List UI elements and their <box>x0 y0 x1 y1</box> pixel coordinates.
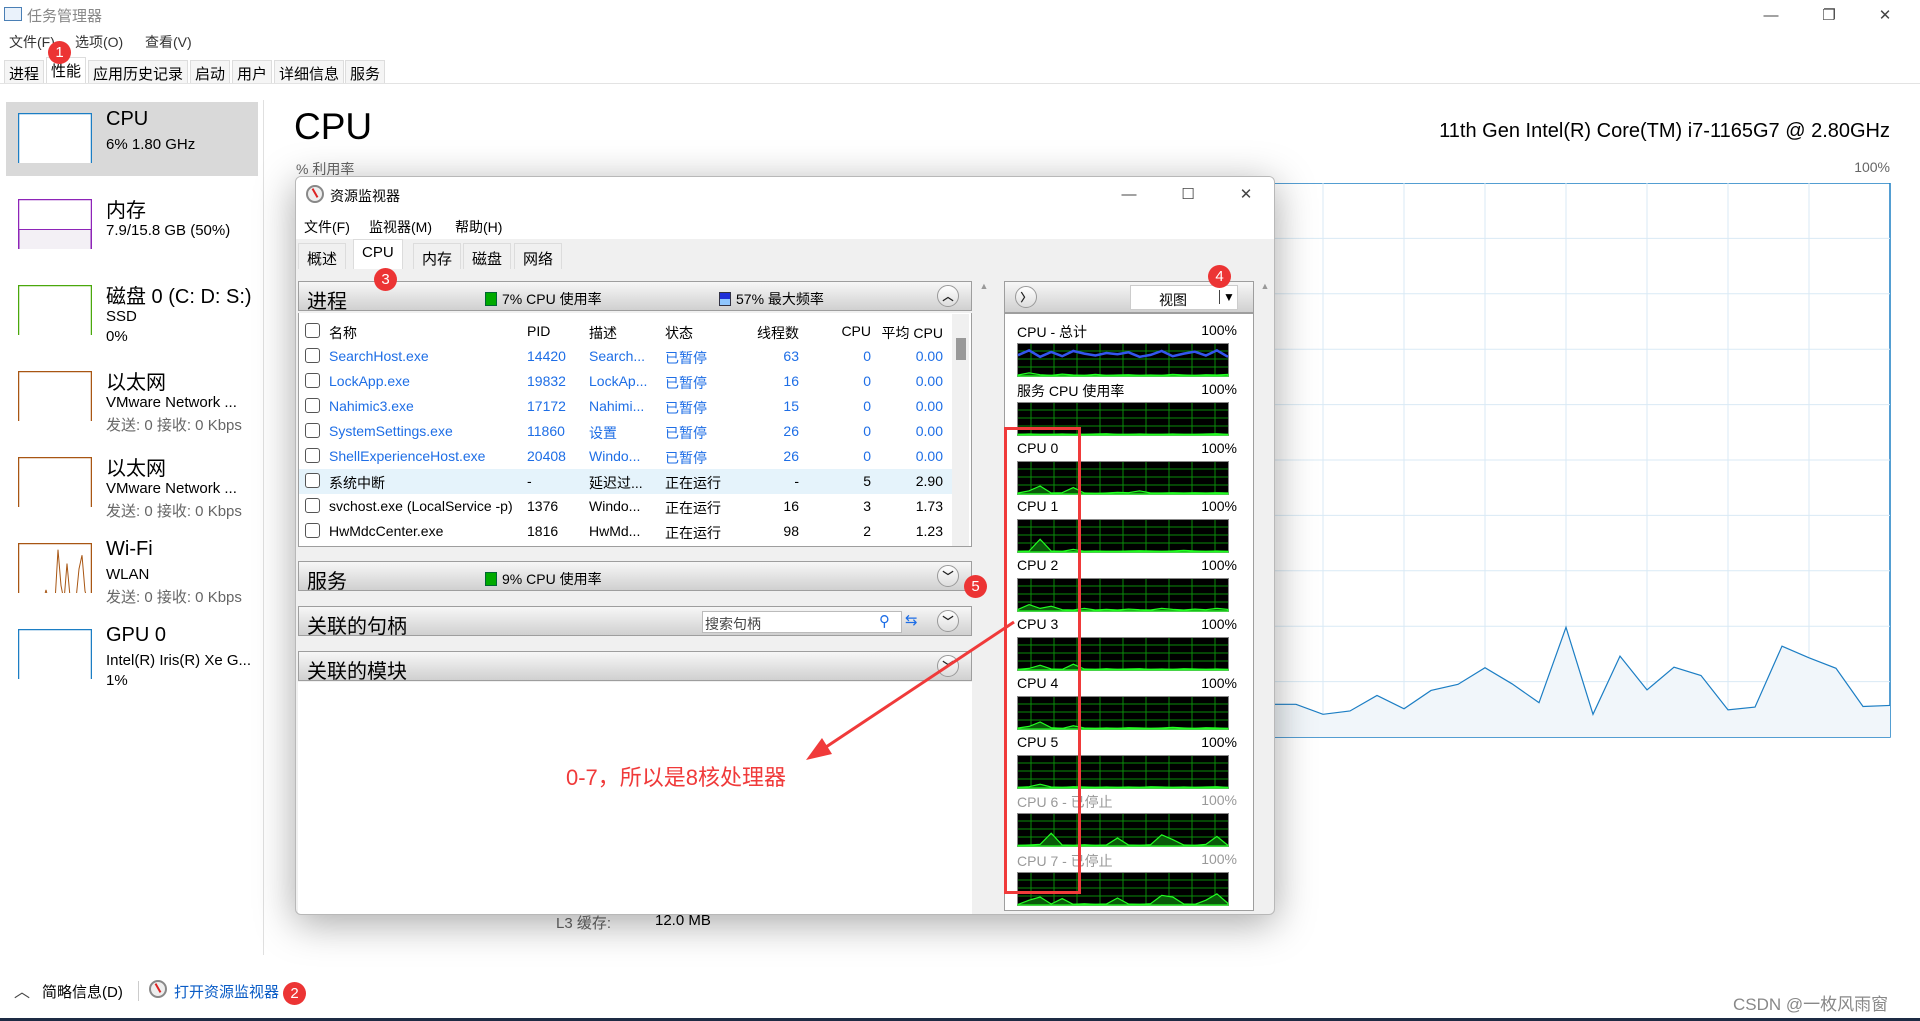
annotation-badge: 3 <box>374 268 397 291</box>
annotation-badge: 4 <box>1208 265 1231 288</box>
annotation-badge: 1 <box>48 41 71 64</box>
annotation-note: 0-7，所以是8核处理器 <box>566 765 787 790</box>
watermark: CSDN @一枚风雨窗 <box>1733 995 1889 1014</box>
annotation-arrow <box>806 620 1015 760</box>
annotation-badge: 5 <box>964 575 987 598</box>
annotation-badge: 2 <box>283 982 306 1005</box>
